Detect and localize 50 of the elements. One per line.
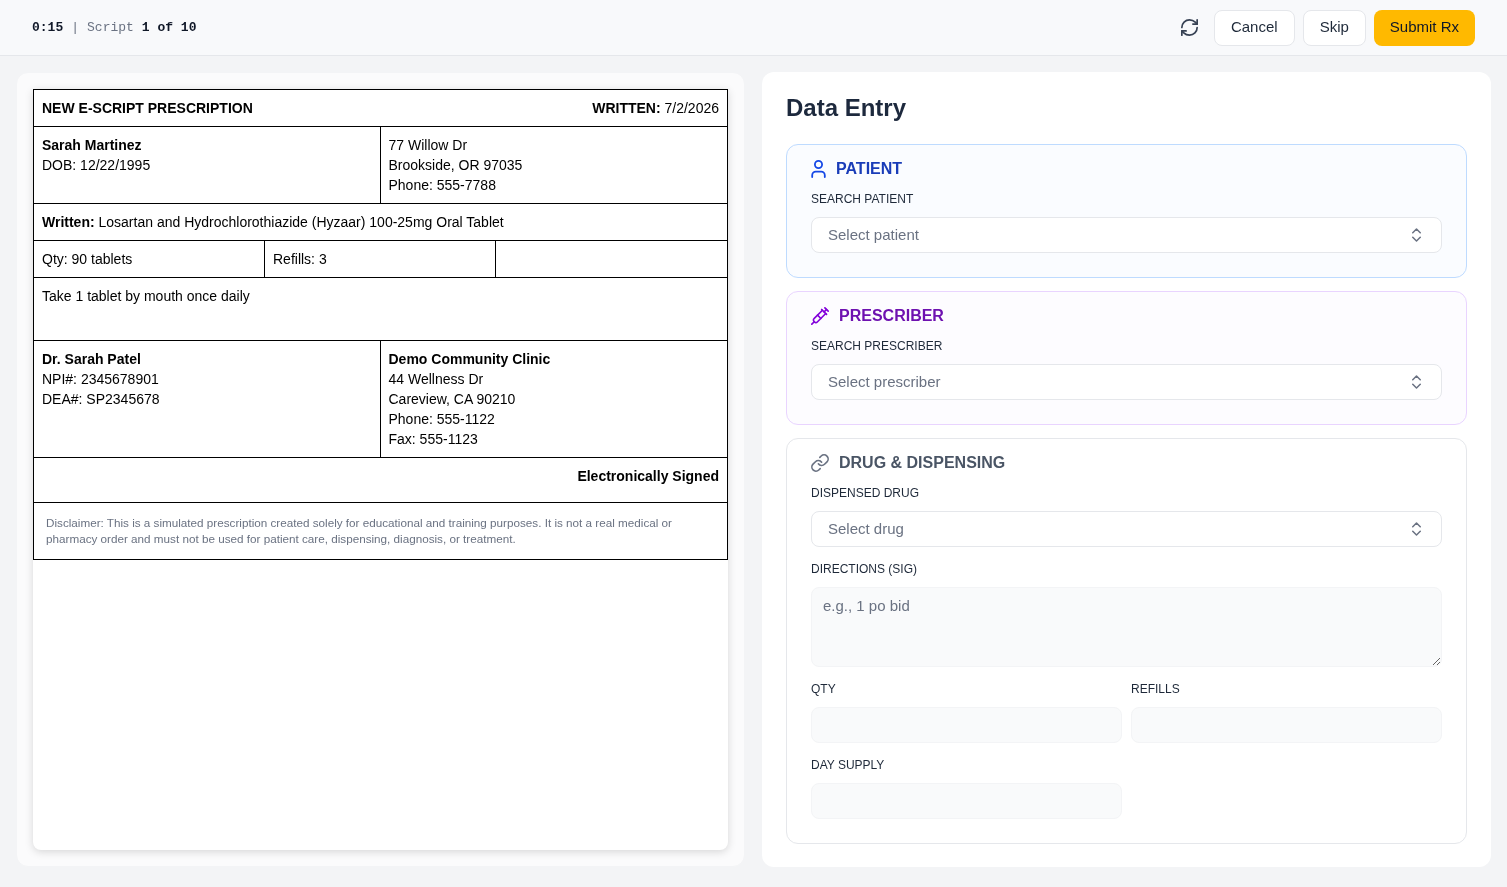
separator-text: | xyxy=(71,18,80,37)
directions-text: Take 1 tablet by mouth once daily xyxy=(42,287,250,306)
clinic-detail: Careview, CA 90210 xyxy=(388,390,516,409)
signature-text: Electronically Signed xyxy=(577,467,719,486)
field-label: SEARCH PRESCRIBER xyxy=(811,338,943,355)
clinic-detail: Fax: 555-1123 xyxy=(388,430,478,449)
field-label: DISPENSED DRUG xyxy=(811,485,920,502)
dropdown-field[interactable]: Select drug xyxy=(811,511,1442,547)
script-counter: 1 of 10 xyxy=(141,18,197,37)
patient-address-line: Brookside, OR 97035 xyxy=(388,156,523,175)
link-icon xyxy=(811,454,829,472)
prescriber-detail: DEA#: SP2345678 xyxy=(42,390,160,409)
patient-dob: DOB: 12/22/1995 xyxy=(42,156,151,175)
field-label: DAY SUPPLY xyxy=(811,757,885,774)
skip-button[interactable]: Skip xyxy=(1302,9,1366,46)
section-title: PRESCRIBER xyxy=(839,306,944,326)
written-drug-text: Written: Losartan and Hydrochlorothiazide (Hyzaar) 100-25mg Oral Tablet xyxy=(42,213,504,232)
field-label: DIRECTIONS (SIG) xyxy=(811,561,917,578)
disclaimer-text: Disclaimer: This is a simulated prescription created solely for educational and training purposes. It is not a real medical or pharmacy order and must not be used for patient care, dispensing, diagnosis, or treatment. xyxy=(46,515,673,547)
syringe-icon xyxy=(811,307,829,325)
patient-name: Sarah Martinez xyxy=(42,136,142,155)
chevrons-icon xyxy=(1412,228,1421,242)
submit-button[interactable]: Submit Rx xyxy=(1373,9,1475,46)
field-label: REFILLS xyxy=(1131,681,1180,698)
clinic-detail: 44 Wellness Dr xyxy=(388,370,484,389)
clinic-name: Demo Community Clinic xyxy=(388,350,551,369)
clinic-detail: Phone: 555-1122 xyxy=(388,410,495,429)
refills-text: Refills: 3 xyxy=(273,250,327,269)
script-label: Script xyxy=(87,18,134,37)
panel-title: Data Entry xyxy=(786,93,907,123)
chevrons-icon xyxy=(1412,375,1421,389)
section-title: PATIENT xyxy=(836,159,903,179)
patient-address-line: 77 Willow Dr xyxy=(388,136,468,155)
quantity-text: Qty: 90 tablets xyxy=(42,250,133,269)
section-title: DRUG & DISPENSING xyxy=(839,453,1006,473)
field-label: QTY xyxy=(811,681,836,698)
prescriber-name: Dr. Sarah Patel xyxy=(42,350,141,369)
textarea-field[interactable]: e.g., 1 po bid xyxy=(811,587,1442,667)
cancel-button[interactable]: Cancel xyxy=(1213,9,1295,46)
prescription-title: NEW E-SCRIPT PRESCRIPTION xyxy=(42,99,253,118)
timer-text: 0:15 xyxy=(32,18,64,37)
dropdown-field[interactable]: Select prescriber xyxy=(811,364,1442,400)
dropdown-field[interactable]: Select patient xyxy=(811,217,1442,253)
patient-address-line: Phone: 555-7788 xyxy=(388,176,496,195)
prescriber-detail: NPI#: 2345678901 xyxy=(42,370,159,389)
user-icon xyxy=(811,160,826,178)
field-label: SEARCH PATIENT xyxy=(811,191,914,208)
chevrons-icon xyxy=(1412,522,1421,536)
refresh-icon xyxy=(1180,19,1198,36)
written-date: WRITTEN: 7/2/2026 xyxy=(592,99,719,118)
